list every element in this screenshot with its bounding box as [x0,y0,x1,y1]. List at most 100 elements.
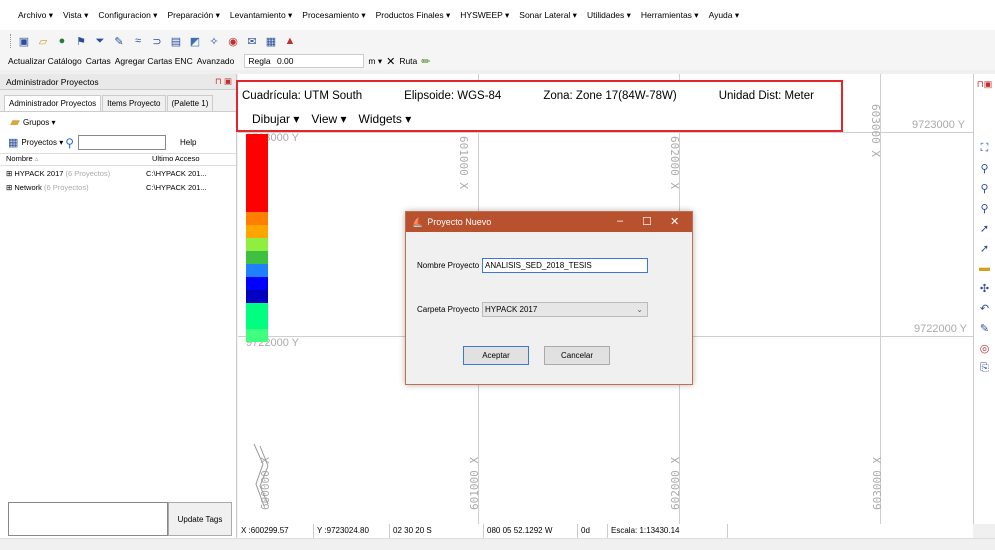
grid-label-x: 602000 X [669,457,682,510]
undo-icon[interactable]: ↶ [974,298,995,318]
tab-palette[interactable]: (Palette 1) [166,95,214,111]
menu-utilidades[interactable]: Utilidades ▾ [587,10,631,21]
mail-icon[interactable]: ✉ [245,34,259,48]
zoom-window-icon[interactable]: ⚲ [974,198,995,218]
pointer-icon[interactable]: ➚ [974,218,995,238]
select-icon[interactable]: ➚ [974,238,995,258]
menu-hysweep[interactable]: HYSWEEP ▾ [460,10,509,21]
pencil-icon[interactable]: ✏ [421,55,430,68]
maximize-icon[interactable]: ☐ [642,215,652,228]
info-bar: Cuadrícula: UTM South Elipsoide: WGS-84 … [236,80,843,132]
menu-archivo[interactable]: Archivo ▾ [18,10,53,21]
pin-close-icon[interactable]: ⊓ ▣ [215,76,232,87]
grid-icon: ▦ [8,137,19,149]
carpeta-proyecto-label: Carpeta Proyecto [417,305,480,314]
filter-icon[interactable]: ⏷ [93,34,107,48]
dialog-title-bar[interactable]: ⛵ Proyecto Nuevo – ☐ ✕ [406,212,692,232]
zoom-extents-icon[interactable]: ⛶ [974,138,995,158]
status-x: X :600299.57 [238,524,314,538]
menu-procesamiento[interactable]: Procesamiento ▾ [302,10,365,21]
menu-preparacion[interactable]: Preparación ▾ [167,10,219,21]
color-swatch [246,186,268,199]
view-menu[interactable]: View ▾ [311,112,346,126]
regla-field[interactable]: Regla 0.00 [244,54,365,68]
col-ultimo-acceso[interactable]: Ultimo Acceso [146,154,200,165]
status-y: Y :9723024.80 [314,524,390,538]
toolbar-grip[interactable] [10,34,13,48]
zona-label: Zona: Zone 17(84W-78W) [543,90,677,102]
menu-ayuda[interactable]: Ayuda ▾ [709,10,740,21]
tags-textarea[interactable] [8,502,168,536]
carpeta-proyecto-select[interactable]: HYPACK 2017 ⌄ [482,302,648,317]
agregar-enc-button[interactable]: Agregar Cartas ENC [115,56,193,66]
ruta-button[interactable]: Ruta [399,56,417,66]
vessel-icon[interactable]: ⚑ [74,34,88,48]
map-tools-bar: ⊓▣ ⛶ ⚲ ⚲ ⚲ ➚ ➚ ▬ ✣ ↶ ✎ ◎ ⎘ [973,74,995,524]
table-icon[interactable]: ▦ [264,34,278,48]
regla-label: Regla [248,56,271,66]
grid-label-x: 603000 X [869,104,882,157]
close-icon[interactable]: ✕ [670,215,679,228]
expand-icon[interactable]: ⊞ [6,169,12,178]
units-dropdown[interactable]: m ▾ [368,56,382,67]
cartas-button[interactable]: Cartas [86,56,111,66]
boat-icon[interactable]: ⊃ [150,34,164,48]
list-item[interactable]: ⊞ HYPACK 2017 (6 Proyectos) C:\HYPACK 20… [0,166,236,180]
menu-sonar-lateral[interactable]: Sonar Lateral ▾ [519,10,577,21]
cancelar-button[interactable]: Cancelar [544,346,610,365]
sweep-icon[interactable]: ✧ [207,34,221,48]
search-input[interactable] [78,135,167,150]
pin-close-icon[interactable]: ⊓▣ [974,74,995,94]
target-icon[interactable]: ◎ [974,338,995,358]
open-folder-icon[interactable]: ▱ [36,34,50,48]
surface-icon[interactable]: ▲ [283,34,297,48]
zoom-out-icon[interactable]: ⚲ [974,178,995,198]
menu-configuracion[interactable]: Configuracion ▾ [98,10,157,21]
avanzado-button[interactable]: Avanzado [197,56,235,66]
nombre-proyecto-input[interactable]: ANALISIS_SED_2018_TESIS [482,258,648,273]
status-lon: 080 05 52.1292 W [484,524,578,538]
line-tool-icon[interactable]: ✎ [112,34,126,48]
dibujar-menu[interactable]: Dibujar ▾ [252,112,299,126]
export-icon[interactable]: ⎘ [974,358,995,378]
north-icon[interactable]: ✣ [974,278,995,298]
menu-bar: Archivo ▾ Vista ▾ Configuracion ▾ Prepar… [0,0,995,30]
menu-herramientas[interactable]: Herramientas ▾ [641,10,699,21]
list-item[interactable]: ⊞ Network (6 Proyectos) C:\HYPACK 201... [0,180,236,194]
menu-levantamiento[interactable]: Levantamiento ▾ [230,10,292,21]
tab-administrador-proyectos[interactable]: Administrador Proyectos [4,95,102,111]
color-swatch [246,264,268,277]
unidad-label: Unidad Dist: Meter [718,90,814,102]
measure-icon[interactable]: ✎ [974,318,995,338]
grupos-dropdown[interactable]: Grupos ▾ [23,118,55,127]
grid-label-x: 603000 X [871,457,884,510]
col-nombre[interactable]: Nombre ▵ [0,154,146,165]
zoom-in-icon[interactable]: ⚲ [974,158,995,178]
chart-icon[interactable]: ◩ [188,34,202,48]
menu-productos-finales[interactable]: Productos Finales ▾ [376,10,451,21]
nombre-proyecto-label: Nombre Proyecto [417,261,480,270]
help-button[interactable]: Help [180,138,196,147]
save-icon[interactable]: ▣ [17,34,31,48]
color-swatch [246,277,268,290]
close-icon[interactable]: ✕ [386,55,395,68]
expand-icon[interactable]: ⊞ [6,183,12,192]
actualizar-button[interactable]: Actualizar Catálogo [8,56,82,66]
widgets-menu[interactable]: Widgets ▾ [359,112,412,126]
menu-vista[interactable]: Vista ▾ [63,10,88,21]
globe-icon[interactable]: ● [55,34,69,48]
panel-tabs: Administrador Proyectos Items Proyecto (… [0,90,236,112]
search-icon[interactable]: ⚲ [65,136,74,150]
ruler-icon[interactable]: ▬ [974,258,995,278]
wave-icon[interactable]: ≈ [131,34,145,48]
minimize-icon[interactable]: – [617,215,623,227]
target-icon[interactable]: ◉ [226,34,240,48]
status-lat: 02 30 20 S [390,524,484,538]
tab-items-proyecto[interactable]: Items Proyecto [102,95,166,111]
aceptar-button[interactable]: Aceptar [463,346,529,365]
book-icon[interactable]: ▤ [169,34,183,48]
update-tags-button[interactable]: Update Tags [168,502,232,536]
grid-line [238,132,973,133]
proyectos-dropdown[interactable]: Proyectos ▾ [21,138,63,147]
app-icon: ⛵ [412,216,424,227]
